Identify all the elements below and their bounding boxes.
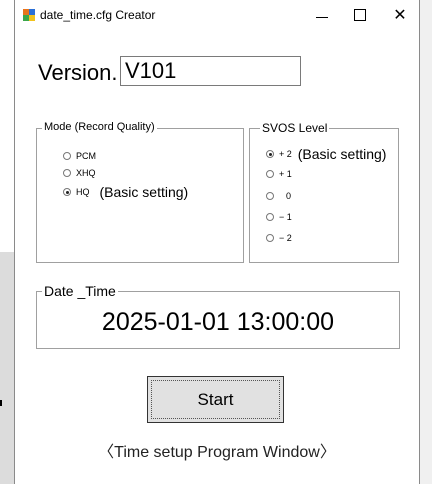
radio-label: + 1 [279,169,292,179]
version-label: Version. [38,60,118,85]
mode-radio-pcm[interactable]: PCM [63,151,96,161]
radio-indicator [63,169,71,177]
title-bar[interactable]: date_time.cfg Creator ✕ [15,0,419,32]
radio-label: − 2 [279,233,292,243]
start-button[interactable]: Start [147,376,284,423]
close-icon: ✕ [393,7,407,24]
radio-indicator [266,150,274,158]
window-title: date_time.cfg Creator [40,8,156,22]
start-button-label: Start [197,389,234,409]
radio-label: HQ [76,187,90,197]
radio-label: XHQ [76,168,96,178]
radio-indicator [266,213,274,221]
maximize-button[interactable] [341,0,379,30]
mode-group-legend: Mode (Record Quality) [42,121,157,133]
svos-radio-minus1[interactable]: − 1 [266,212,292,222]
basic-setting-note: (Basic setting) [297,146,387,162]
radio-label: + 2 [279,149,292,159]
radio-indicator [266,234,274,242]
radio-indicator [266,170,274,178]
date-time-group: Date _Time 2025-01-01 13:00:00 [36,283,400,349]
svos-level-group: SVOS Level + 2 (Basic setting) + 1 0 − 1… [249,121,399,263]
radio-indicator [63,152,71,160]
app-window: date_time.cfg Creator ✕ Version. V101 Mo… [14,0,420,484]
svos-radio-plus2[interactable]: + 2 (Basic setting) [266,146,386,162]
mode-radio-hq[interactable]: HQ (Basic setting) [63,184,188,200]
radio-label: PCM [76,151,96,161]
radio-label: 0 [286,191,292,201]
svos-radio-minus2[interactable]: − 2 [266,233,292,243]
minimize-icon [316,16,328,18]
background-mark [0,400,2,406]
app-icon [23,9,35,21]
svos-group-legend: SVOS Level [260,121,330,135]
mode-group: Mode (Record Quality) PCM XHQ HQ (Basic … [36,121,244,263]
radio-label: − 1 [279,212,292,222]
background-right [420,0,432,484]
mode-radio-xhq[interactable]: XHQ [63,168,96,178]
radio-indicator [63,188,71,196]
basic-setting-note: (Basic setting) [99,184,189,200]
maximize-icon [354,9,366,21]
date-time-value: 2025-01-01 13:00:00 [101,308,335,336]
caption: 〈Time setup Program Window〉 [98,444,336,461]
svos-radio-0[interactable]: 0 [266,191,291,201]
close-button[interactable]: ✕ [381,0,419,30]
background-left-lower [0,252,14,484]
radio-indicator [266,192,274,200]
minimize-button[interactable] [303,0,341,30]
svos-radio-plus1[interactable]: + 1 [266,169,292,179]
version-input[interactable]: V101 [120,56,301,86]
date-time-legend: Date _Time [42,283,118,299]
